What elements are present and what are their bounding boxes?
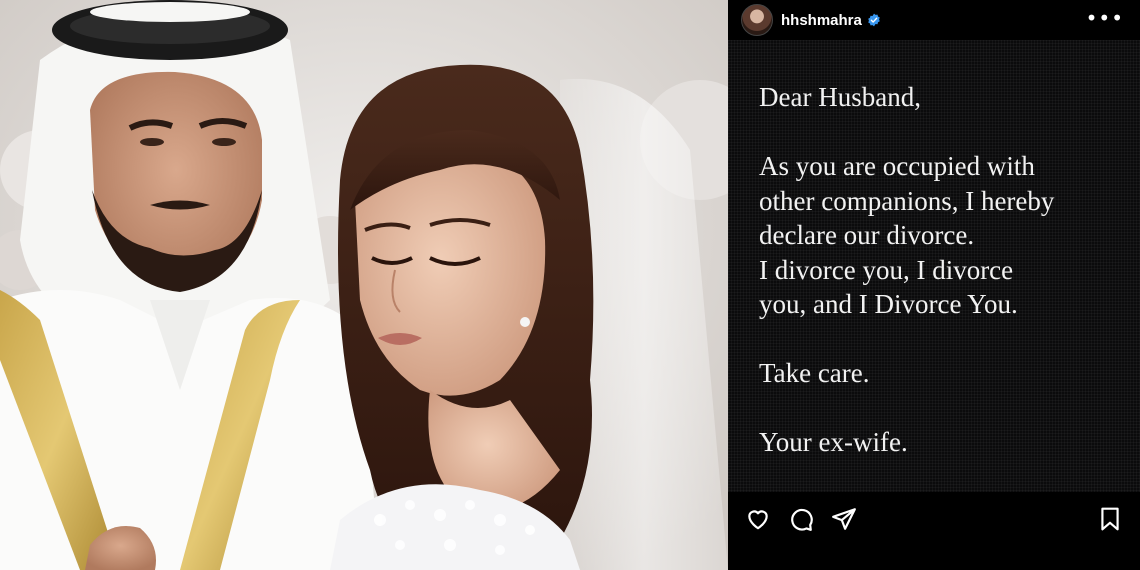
composite-image: hhshmahra ••• Dear Husband, As you are o… — [0, 0, 1140, 570]
comment-icon[interactable] — [788, 506, 814, 532]
heart-icon[interactable] — [745, 506, 771, 532]
more-options-icon[interactable]: ••• — [1086, 6, 1124, 30]
letter-closing: Take care. — [759, 358, 870, 388]
post-header: hhshmahra ••• — [728, 0, 1140, 40]
letter-line: I divorce you, I divorce — [759, 254, 1014, 285]
letter-greeting: Dear Husband, — [759, 82, 921, 112]
letter-line: declare our divorce. — [759, 220, 975, 250]
send-icon[interactable] — [831, 506, 857, 532]
wedding-photo — [0, 0, 728, 570]
letter-signature: Your ex-wife. — [759, 427, 908, 457]
instagram-post: hhshmahra ••• Dear Husband, As you are o… — [728, 0, 1140, 570]
letter-line: As you are occupied with — [759, 151, 1035, 181]
wedding-photo-illustration — [0, 0, 728, 570]
bookmark-icon[interactable] — [1097, 506, 1123, 532]
verified-badge-icon — [868, 13, 880, 27]
letter-line: you, and I Divorce You. — [759, 289, 1018, 319]
post-image: Dear Husband, As you are occupied with o… — [728, 40, 1140, 492]
letter-line: other companions, I hereby — [759, 185, 1055, 216]
divorce-letter: Dear Husband, As you are occupied with o… — [759, 80, 1129, 460]
username[interactable]: hhshmahra — [781, 12, 862, 29]
post-actions — [728, 492, 1140, 570]
avatar[interactable] — [741, 4, 773, 36]
